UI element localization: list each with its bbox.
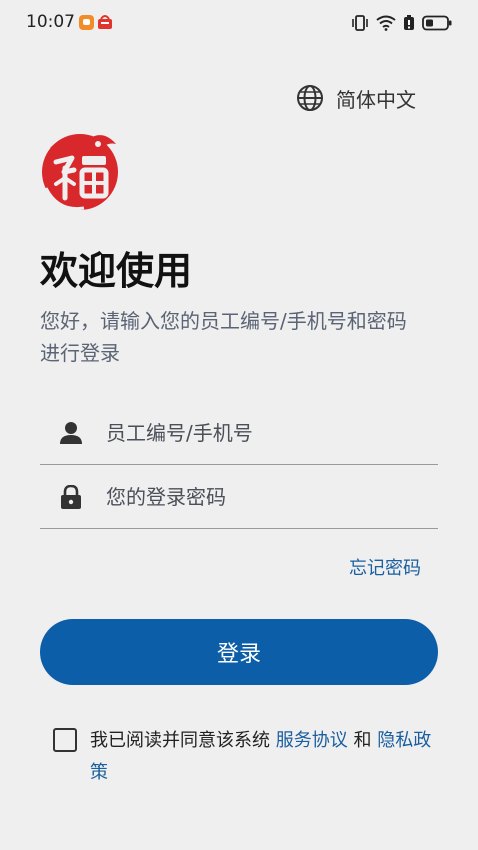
agreement-conjunction: 和 <box>353 730 372 751</box>
battery-saver-icon <box>404 15 414 30</box>
page-title: 欢迎使用 <box>40 249 193 293</box>
app-notification-icon <box>79 15 94 30</box>
login-button[interactable]: 登录 <box>40 619 438 685</box>
wifi-icon <box>376 15 396 31</box>
username-input[interactable] <box>104 420 438 446</box>
subtitle-line-2: 进行登录 <box>40 341 120 365</box>
battery-icon <box>422 15 452 31</box>
app-notification-icon <box>98 15 112 29</box>
page-subtitle: 您好，请输入您的员工编号/手机号和密码 进行登录 <box>40 305 450 369</box>
subtitle-line-1: 您好，请输入您的员工编号/手机号和密码 <box>40 309 407 333</box>
password-input[interactable] <box>104 484 438 510</box>
status-bar: 10:07 <box>0 0 478 46</box>
status-icons <box>351 13 452 33</box>
lock-icon <box>61 485 81 509</box>
service-agreement-link[interactable]: 服务协议 <box>276 730 348 751</box>
person-icon <box>60 422 82 444</box>
forgot-password-link[interactable]: 忘记密码 <box>349 554 421 580</box>
language-label: 简体中文 <box>336 87 416 112</box>
vibrate-icon <box>352 15 368 31</box>
agreement-prefix: 我已阅读并同意该系统 <box>90 730 270 751</box>
globe-icon <box>297 85 323 111</box>
status-time: 10:07 <box>26 12 75 32</box>
language-selector[interactable]: 简体中文 <box>296 84 416 112</box>
fu-logo <box>42 134 118 211</box>
username-field <box>40 402 438 465</box>
agreement-checkbox[interactable] <box>53 728 77 752</box>
agreement-text: 我已阅读并同意该系统 服务协议 和 隐私政策 <box>90 725 440 789</box>
password-field <box>40 466 438 529</box>
